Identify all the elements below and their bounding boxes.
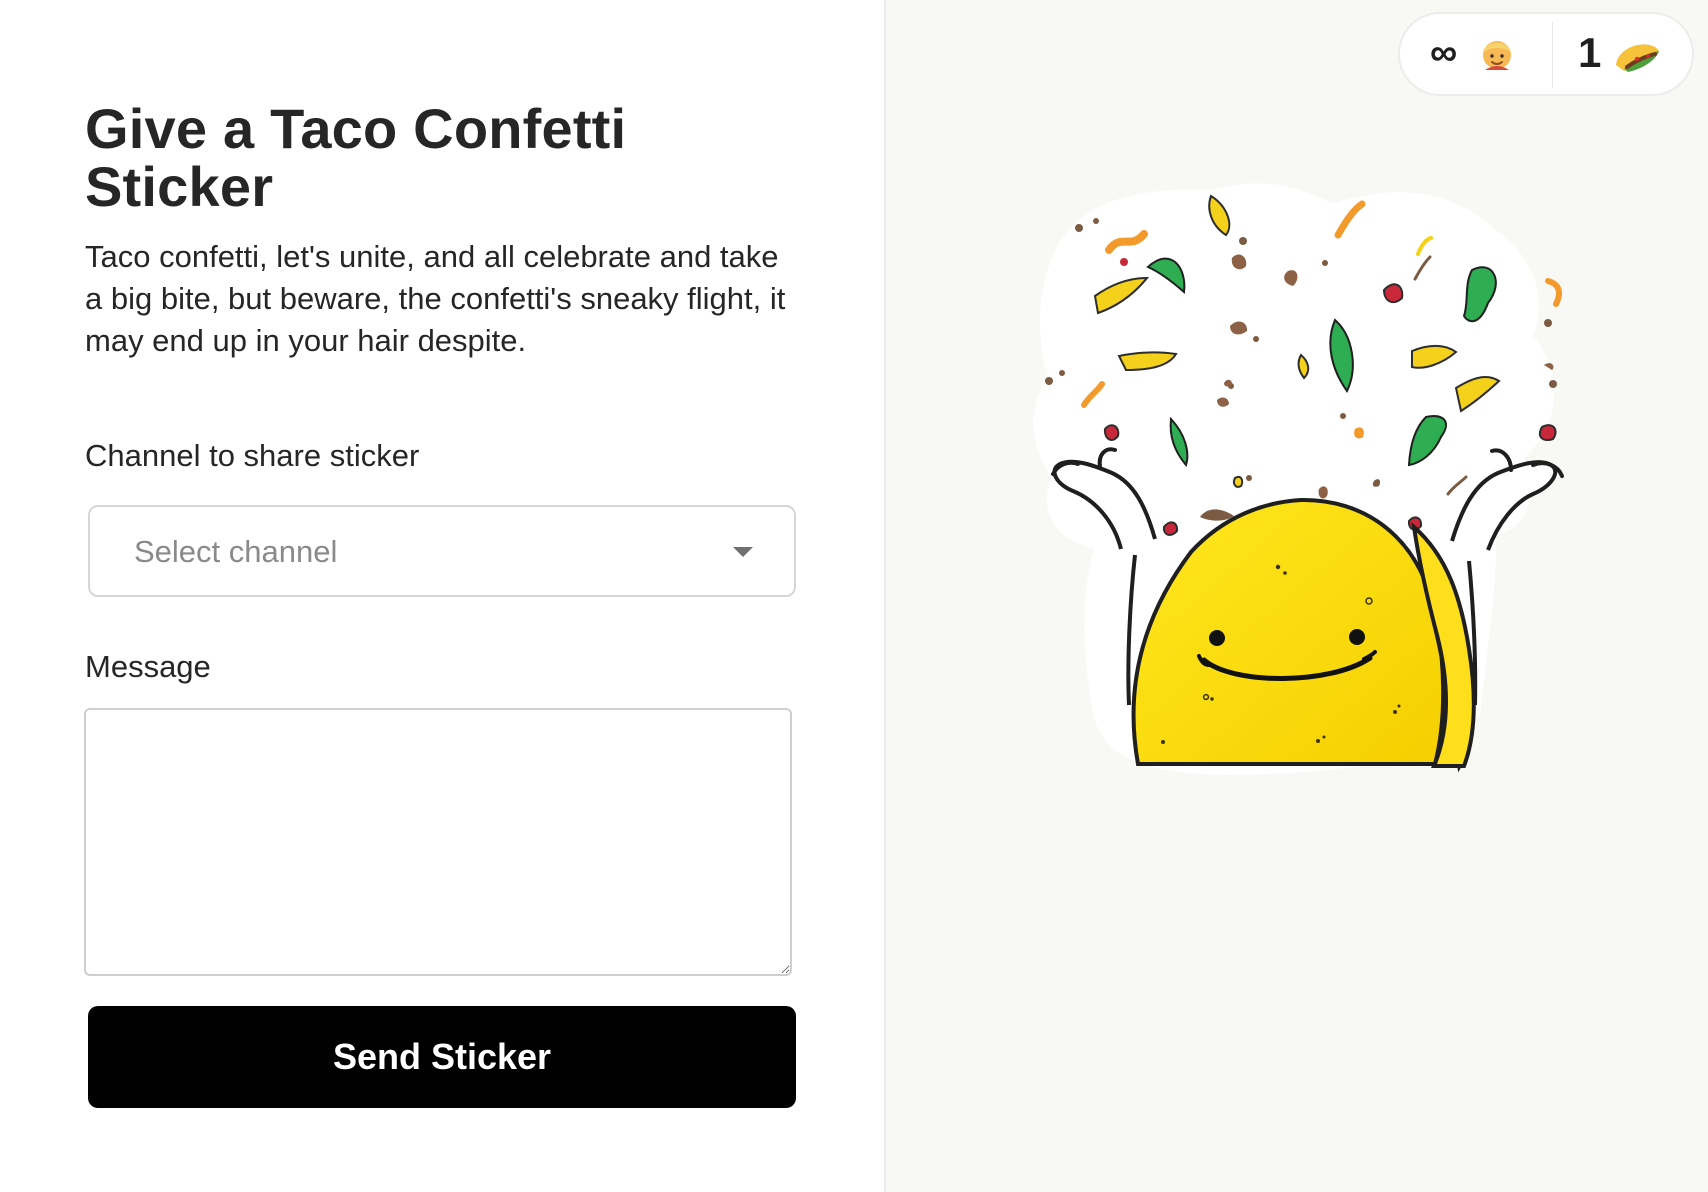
channel-label: Channel to share sticker — [85, 438, 420, 473]
confetti-curl — [1545, 278, 1563, 307]
page-title: Give a Taco Confetti Sticker — [85, 97, 627, 218]
infinity-stat[interactable]: ∞ — [1400, 14, 1552, 94]
channel-select-placeholder: Select channel — [134, 534, 338, 569]
confetti-yellow — [1232, 475, 1244, 488]
message-label: Message — [85, 649, 211, 684]
confetti-dot — [1120, 258, 1128, 266]
taco-stat[interactable]: 1 — [1553, 14, 1694, 94]
taco-confetti-sticker — [1033, 183, 1564, 775]
confetti-dot — [1059, 370, 1065, 376]
stats-pill: ∞ 1 — [1398, 12, 1694, 96]
confetti-dot — [1075, 224, 1083, 232]
confetti-dot — [1246, 475, 1252, 481]
confetti-dot — [1322, 260, 1328, 266]
chevron-down-icon — [733, 547, 753, 557]
sticker-description: Taco confetti, let's unite, and all cele… — [85, 239, 786, 358]
channel-select[interactable]: Select channel — [88, 505, 796, 597]
confetti-red — [1538, 424, 1557, 441]
sticker-form-panel: Give a Taco Confetti Sticker Taco confet… — [0, 0, 884, 1192]
confetti-red — [1103, 424, 1120, 441]
confetti-red — [1382, 283, 1404, 304]
infinity-value: ∞ — [1430, 32, 1458, 74]
confetti-orange — [1354, 427, 1364, 439]
confetti-dot — [1549, 380, 1557, 388]
confetti-dot — [1340, 413, 1346, 419]
confetti-dot — [1253, 336, 1259, 342]
confetti-brown — [1318, 486, 1328, 499]
confetti-dot — [1544, 319, 1552, 327]
taco-icon — [1616, 44, 1659, 72]
confetti-dot — [1239, 237, 1247, 245]
taco-count: 1 — [1578, 29, 1602, 76]
confetti-dot — [1045, 377, 1053, 385]
person-icon — [1483, 41, 1511, 70]
confetti-dot — [1093, 218, 1099, 224]
send-sticker-button[interactable]: Send Sticker — [88, 1006, 796, 1108]
message-textarea[interactable] — [84, 708, 792, 976]
confetti-red — [1162, 521, 1179, 536]
